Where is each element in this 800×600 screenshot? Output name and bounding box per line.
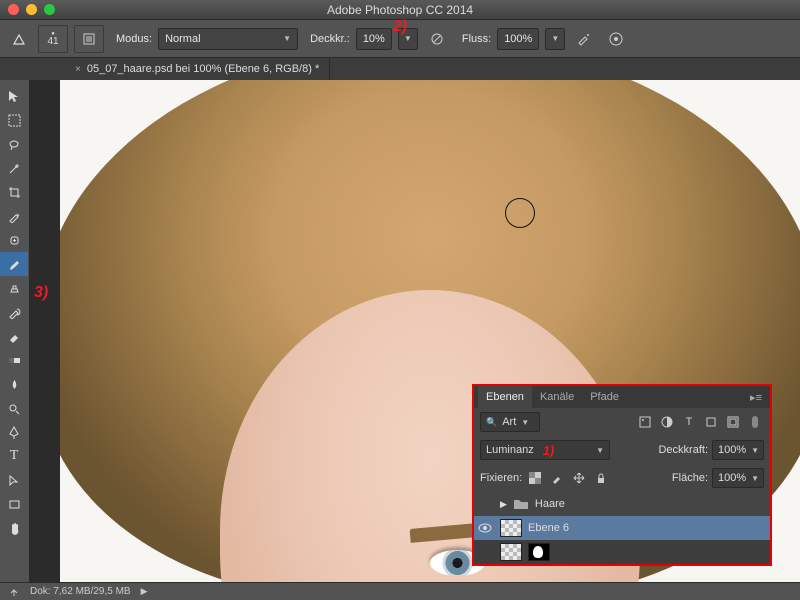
share-icon[interactable] <box>8 586 20 598</box>
marquee-tool[interactable] <box>0 108 28 132</box>
clone-stamp-tool[interactable] <box>0 276 28 300</box>
filter-shape-icon[interactable] <box>702 413 720 431</box>
layer-opacity-label: Deckkraft: <box>658 444 708 456</box>
doc-info: Dok: 7,62 MB/29,5 MB <box>30 586 131 597</box>
panel-tabbar: Ebenen Kanäle Pfade ▸≡ <box>474 386 770 408</box>
crop-tool[interactable] <box>0 180 28 204</box>
blend-mode-value: Normal <box>165 33 200 45</box>
tab-paths[interactable]: Pfade <box>582 386 627 408</box>
pressure-opacity-icon[interactable] <box>424 26 450 52</box>
annotation-3: 3) <box>34 284 48 302</box>
brush-size-value: 41 <box>47 37 58 47</box>
tools-panel: T <box>0 80 30 582</box>
close-tab-icon[interactable]: × <box>75 64 81 75</box>
layer-opacity-field[interactable]: 100%▼ <box>712 440 764 460</box>
filter-image-icon[interactable] <box>636 413 654 431</box>
close-icon[interactable] <box>8 4 19 15</box>
mode-label: Modus: <box>116 33 152 45</box>
window-titlebar: Adobe Photoshop CC 2014 <box>0 0 800 20</box>
flow-caret[interactable]: ▼ <box>545 28 565 50</box>
blur-tool[interactable] <box>0 372 28 396</box>
lock-position-icon[interactable] <box>570 469 588 487</box>
pressure-size-icon[interactable] <box>603 26 629 52</box>
filter-adjustment-icon[interactable] <box>658 413 676 431</box>
move-tool[interactable] <box>0 84 28 108</box>
blend-row: Luminanz 1) ▼ Deckkraft: 100%▼ <box>474 436 770 464</box>
opacity-field[interactable]: 10% <box>356 28 392 50</box>
layer-row-selected[interactable]: Ebene 6 <box>474 516 770 540</box>
flow-field[interactable]: 100% <box>497 28 539 50</box>
layer-row[interactable] <box>474 540 770 564</box>
lock-paint-icon[interactable] <box>548 469 566 487</box>
layer-list: ▶ Haare Ebene 6 <box>474 492 770 564</box>
brush-tool[interactable] <box>0 252 28 276</box>
document-tab-title: 05_07_haare.psd bei 100% (Ebene 6, RGB/8… <box>87 63 319 75</box>
visibility-toggle[interactable] <box>478 523 494 533</box>
annotation-2: 2) <box>393 18 407 36</box>
eraser-tool[interactable] <box>0 324 28 348</box>
document-tabbar: × 05_07_haare.psd bei 100% (Ebene 6, RGB… <box>0 58 800 80</box>
chevron-right-icon[interactable]: ▶ <box>141 586 148 597</box>
mask-thumbnail <box>528 543 550 561</box>
tab-channels[interactable]: Kanäle <box>532 386 582 408</box>
zoom-icon[interactable] <box>44 4 55 15</box>
home-icon[interactable] <box>6 26 32 52</box>
status-bar: Dok: 7,62 MB/29,5 MB ▶ <box>0 582 800 600</box>
flow-label: Fluss: <box>462 33 491 45</box>
filter-type-icon[interactable]: T <box>680 413 698 431</box>
layer-row-group[interactable]: ▶ Haare <box>474 492 770 516</box>
path-selection-tool[interactable] <box>0 468 28 492</box>
layer-blend-mode-select[interactable]: Luminanz 1) ▼ <box>480 440 610 460</box>
dodge-tool[interactable] <box>0 396 28 420</box>
gradient-tool[interactable] <box>0 348 28 372</box>
blend-mode-select[interactable]: Normal ▼ <box>158 28 298 50</box>
document-tab[interactable]: × 05_07_haare.psd bei 100% (Ebene 6, RGB… <box>65 58 330 80</box>
pen-tool[interactable] <box>0 420 28 444</box>
brush-preset-picker[interactable]: ● 41 <box>38 25 68 53</box>
panel-menu-icon[interactable]: ▸≡ <box>746 391 766 404</box>
layer-name: Ebene 6 <box>528 522 569 534</box>
rectangle-tool[interactable] <box>0 492 28 516</box>
layer-name: Haare <box>535 498 565 510</box>
brush-panel-toggle[interactable] <box>74 25 104 53</box>
lock-row: Fixieren: Fläche: 100%▼ <box>474 464 770 492</box>
tab-layers[interactable]: Ebenen <box>478 386 532 408</box>
opacity-label: Deckkr.: <box>310 33 350 45</box>
folder-icon <box>513 498 529 510</box>
healing-brush-tool[interactable] <box>0 228 28 252</box>
annotation-1: 1) <box>543 443 555 458</box>
history-brush-tool[interactable] <box>0 300 28 324</box>
type-tool[interactable]: T <box>0 444 28 468</box>
hand-tool[interactable] <box>0 516 28 540</box>
lock-transparency-icon[interactable] <box>526 469 544 487</box>
chevron-down-icon: ▼ <box>283 34 291 43</box>
layer-thumbnail <box>500 543 522 561</box>
lock-all-icon[interactable] <box>592 469 610 487</box>
layer-thumbnail <box>500 519 522 537</box>
layers-panel: Ebenen Kanäle Pfade ▸≡ 🔍 Art ▼ T Luminan… <box>472 384 772 566</box>
filter-toggle[interactable] <box>746 413 764 431</box>
filter-smart-icon[interactable] <box>724 413 742 431</box>
fill-label: Fläche: <box>672 472 708 484</box>
window-controls <box>0 4 55 15</box>
layer-filter-select[interactable]: 🔍 Art ▼ <box>480 412 540 432</box>
eyedropper-tool[interactable] <box>0 204 28 228</box>
lasso-tool[interactable] <box>0 132 28 156</box>
brush-cursor-icon <box>505 198 535 228</box>
lock-label: Fixieren: <box>480 472 522 484</box>
layer-fill-field[interactable]: 100%▼ <box>712 468 764 488</box>
airbrush-icon[interactable] <box>571 26 597 52</box>
app-title: Adobe Photoshop CC 2014 <box>327 3 473 17</box>
disclosure-icon[interactable]: ▶ <box>500 499 507 510</box>
layer-filter-row: 🔍 Art ▼ T <box>474 408 770 436</box>
magic-wand-tool[interactable] <box>0 156 28 180</box>
minimize-icon[interactable] <box>26 4 37 15</box>
